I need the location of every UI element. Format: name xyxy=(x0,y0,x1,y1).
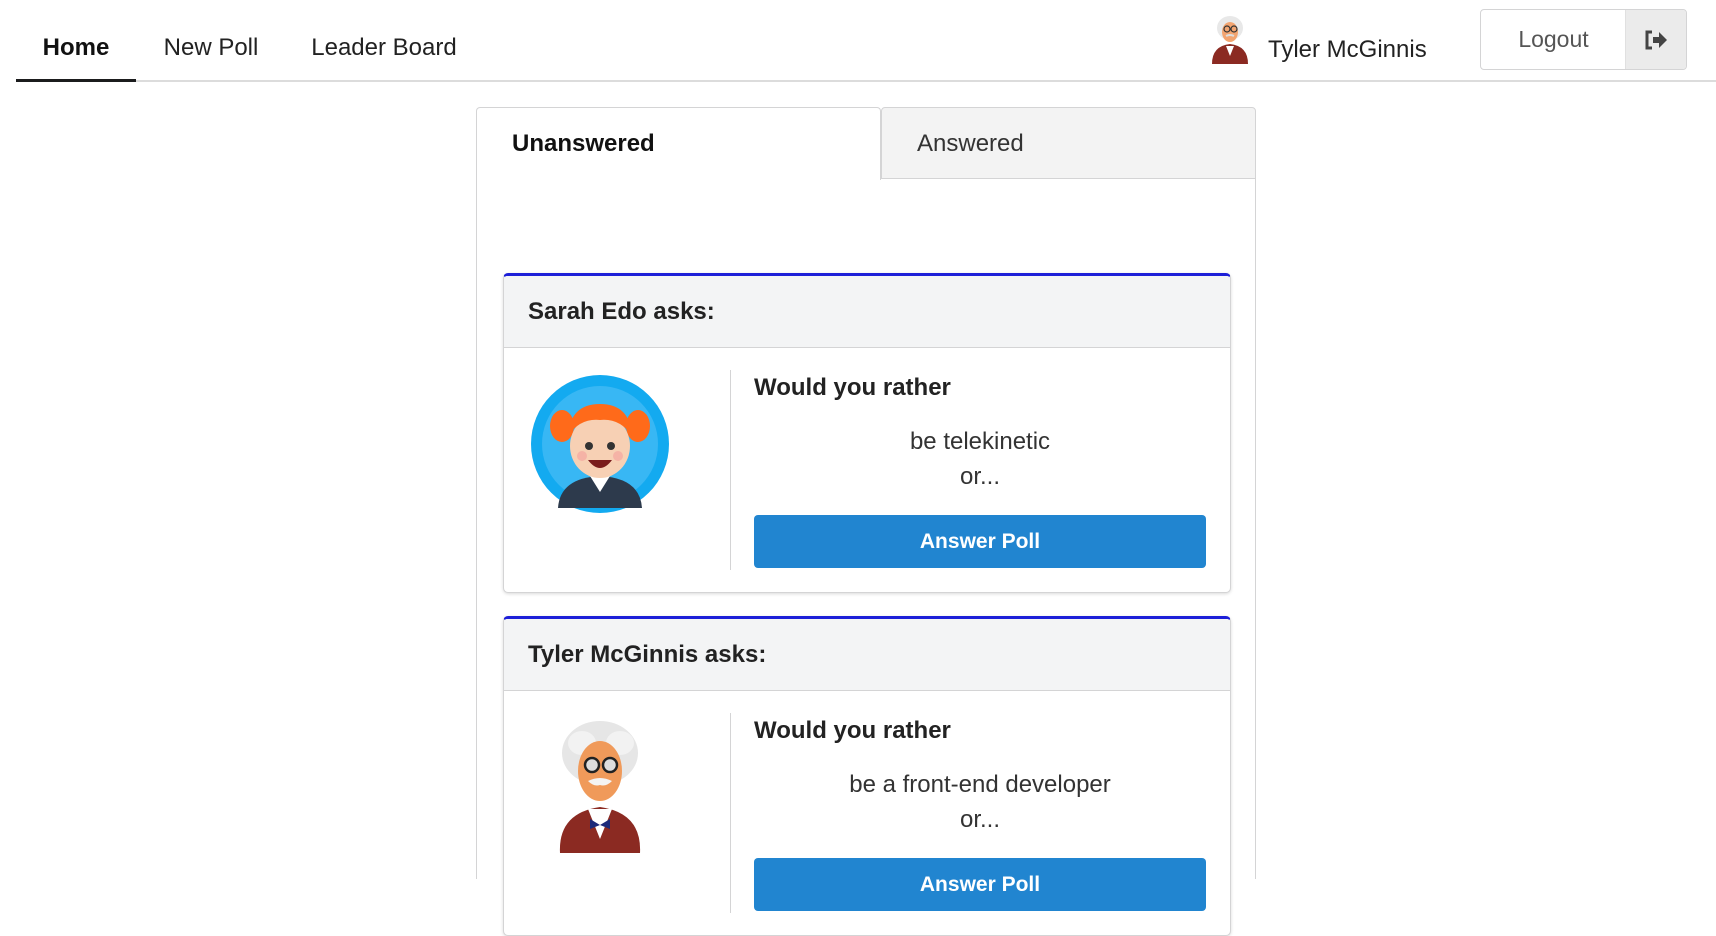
option-text: be a front-end developer xyxy=(849,771,1111,798)
question-card: Sarah Edo asks: Would you rather be tele… xyxy=(503,273,1231,593)
card-divider xyxy=(730,713,731,913)
question-title: Would you rather xyxy=(754,717,951,744)
logout-label: Logout xyxy=(1518,26,1589,52)
card-divider xyxy=(730,370,731,570)
sign-out-icon xyxy=(1625,10,1686,69)
question-asker: Sarah Edo asks: xyxy=(504,276,1230,348)
nav-item-home[interactable]: Home xyxy=(16,26,136,82)
tab-unanswered[interactable]: Unanswered xyxy=(476,107,881,180)
user-avatar xyxy=(1212,16,1248,64)
question-title: Would you rather xyxy=(754,374,951,401)
polls-panel: Unanswered Answered Sarah Edo asks: Woul… xyxy=(476,107,1256,936)
tab-answered[interactable]: Answered xyxy=(881,107,1256,179)
option-text: be telekinetic xyxy=(909,428,1051,455)
question-card: Tyler McGinnis asks: Would you rather be… xyxy=(503,616,1231,936)
logout-button[interactable]: Logout xyxy=(1480,9,1687,70)
professor-avatar xyxy=(559,721,641,853)
question-asker: Tyler McGinnis asks: xyxy=(504,619,1230,691)
user-name: Tyler McGinnis xyxy=(1268,36,1427,63)
tab-content: Sarah Edo asks: Would you rather be tele… xyxy=(476,179,1256,936)
answer-poll-button[interactable]: Answer Poll xyxy=(754,515,1206,568)
nav-item-leader-board[interactable]: Leader Board xyxy=(302,26,466,82)
nav-item-new-poll[interactable]: New Poll xyxy=(150,26,272,82)
or-text: or... xyxy=(959,806,1001,833)
answer-poll-button[interactable]: Answer Poll xyxy=(754,858,1206,911)
or-text: or... xyxy=(959,463,1001,490)
girl-avatar xyxy=(531,375,669,513)
